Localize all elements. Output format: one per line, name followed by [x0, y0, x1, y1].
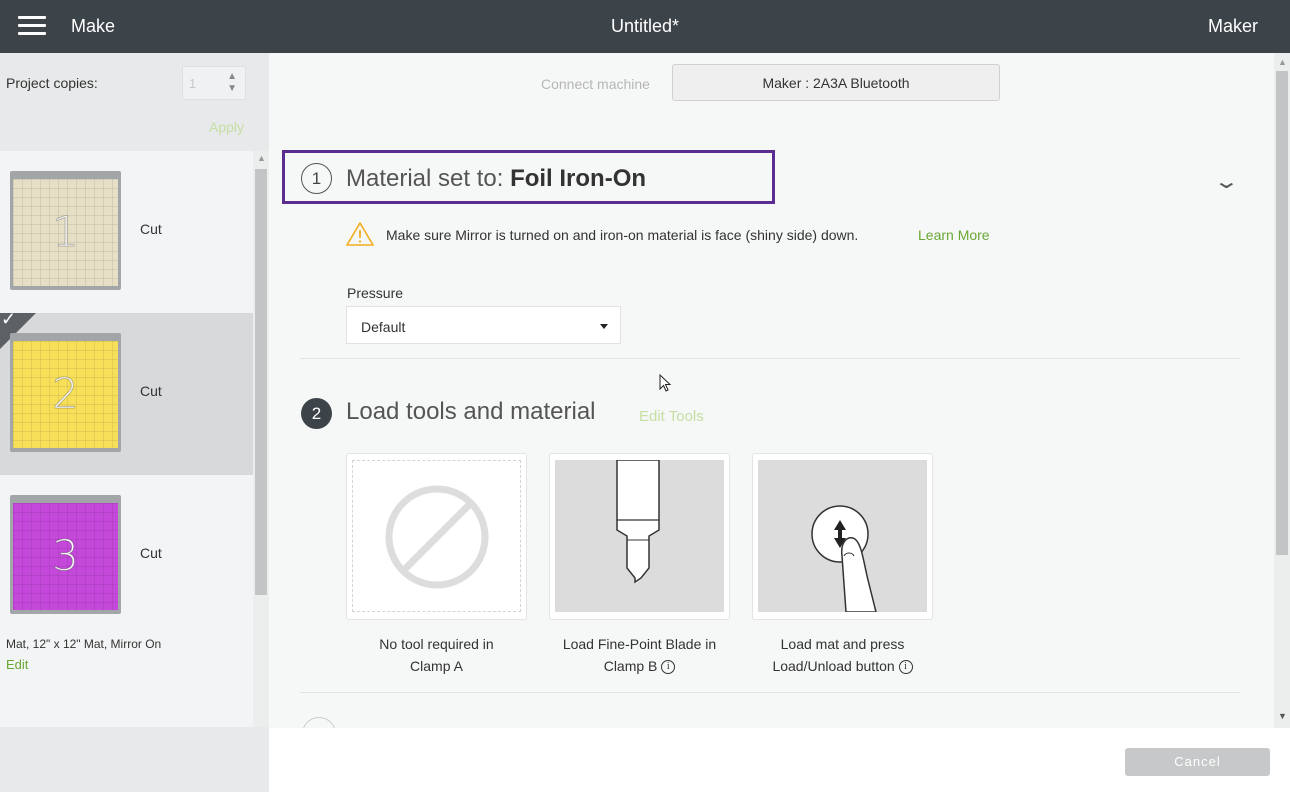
material-name: Foil Iron-On [510, 165, 647, 192]
scrollbar-thumb[interactable] [255, 169, 267, 595]
pressure-label: Pressure [347, 285, 404, 301]
tool-card-load-mat [752, 453, 933, 620]
mat-number: 2 [52, 369, 80, 419]
info-icon[interactable]: i [661, 660, 676, 675]
sidebar-footer [0, 727, 269, 792]
mat-label: Cut [140, 383, 162, 399]
mat-item-3[interactable]: 3 Cut [0, 475, 253, 637]
stepper-arrows-icon[interactable]: ▲ ▼ [227, 71, 237, 95]
machine-name[interactable]: Maker [1208, 16, 1258, 37]
fine-point-blade-icon [616, 459, 660, 584]
step2-title: Load tools and material [346, 398, 596, 425]
mouse-cursor-icon [659, 374, 672, 392]
apply-button[interactable]: Apply [209, 119, 244, 135]
mat-thumbnail-2[interactable]: 2 [10, 333, 121, 452]
mat-number: 1 [52, 207, 80, 257]
step1-title: Material set to: Foil Iron-On [346, 165, 647, 192]
project-title: Untitled* [610, 16, 680, 36]
section-divider [300, 358, 1240, 359]
check-icon: ✓ [1, 309, 17, 329]
load-unload-button-icon [811, 505, 877, 613]
section-title: Make [71, 16, 116, 36]
clamp-b-caption: Load Fine-Point Blade in Clamp B i [562, 636, 717, 675]
mat-list: 1 Cut ✓ 2 Cut 3 Cut Mat, 12" x 12" Mat, … [0, 151, 253, 775]
project-copies-stepper[interactable]: 1 ▲ ▼ [182, 66, 246, 100]
mat-info: Mat, 12" x 12" Mat, Mirror On [6, 637, 162, 651]
clamp-a-caption: No tool required in Clamp A [379, 636, 494, 674]
top-bar: Make Untitled* Maker [0, 0, 1290, 53]
tool-card-clamp-b [549, 453, 730, 620]
scroll-up-icon[interactable]: ▲ [1278, 57, 1287, 67]
project-copies-label: Project copies: [6, 75, 98, 91]
step2-number: 2 [301, 398, 332, 429]
hamburger-menu-icon[interactable] [18, 16, 46, 38]
mat-thumbnail-3[interactable]: 3 [10, 495, 121, 614]
scroll-down-icon[interactable]: ▼ [1278, 711, 1287, 721]
main-scrollbar[interactable]: ▲ ▼ [1274, 53, 1290, 728]
sidebar-scrollbar[interactable]: ▲ ▼ [253, 151, 269, 775]
edit-tools-link[interactable]: Edit Tools [639, 408, 704, 425]
dropdown-caret-icon [600, 324, 608, 329]
scroll-up-icon[interactable]: ▲ [257, 153, 266, 163]
info-icon[interactable]: i [898, 660, 913, 675]
cancel-button[interactable]: Cancel [1125, 748, 1270, 776]
mat-item-1[interactable]: 1 Cut [0, 151, 253, 313]
tool-card-clamp-a [346, 453, 527, 620]
mat-item-2[interactable]: ✓ 2 Cut [0, 309, 253, 475]
connect-machine-label: Connect machine [541, 76, 650, 92]
chevron-down-icon[interactable]: ⌄ [1213, 169, 1240, 194]
sidebar: Project copies: 1 ▲ ▼ Apply 1 Cut ✓ 2 Cut… [0, 53, 269, 792]
mat-label: Cut [140, 221, 162, 237]
mat-edit-link[interactable]: Edit [6, 657, 28, 672]
section-divider [300, 692, 1240, 693]
pressure-value: Default [361, 319, 406, 335]
main-panel: Connect machine Maker : 2A3A Bluetooth 1… [269, 53, 1274, 751]
warning-icon [346, 222, 374, 246]
scrollbar-thumb[interactable] [1276, 71, 1288, 555]
mat-label: Cut [140, 545, 162, 561]
project-copies-value[interactable]: 1 [189, 76, 196, 91]
connect-machine-button[interactable]: Maker : 2A3A Bluetooth [672, 64, 1000, 101]
load-mat-caption: Load mat and press Load/Unload button i [752, 633, 933, 677]
mirror-warning-text: Make sure Mirror is turned on and iron-o… [386, 227, 859, 243]
step1-number: 1 [301, 163, 332, 194]
pressure-dropdown[interactable]: Default [346, 306, 621, 344]
no-tool-icon [385, 485, 489, 589]
mat-number: 3 [52, 531, 80, 581]
learn-more-link[interactable]: Learn More [918, 227, 990, 243]
footer-bar: Cancel [269, 728, 1290, 792]
mat-thumbnail-1[interactable]: 1 [10, 171, 121, 290]
